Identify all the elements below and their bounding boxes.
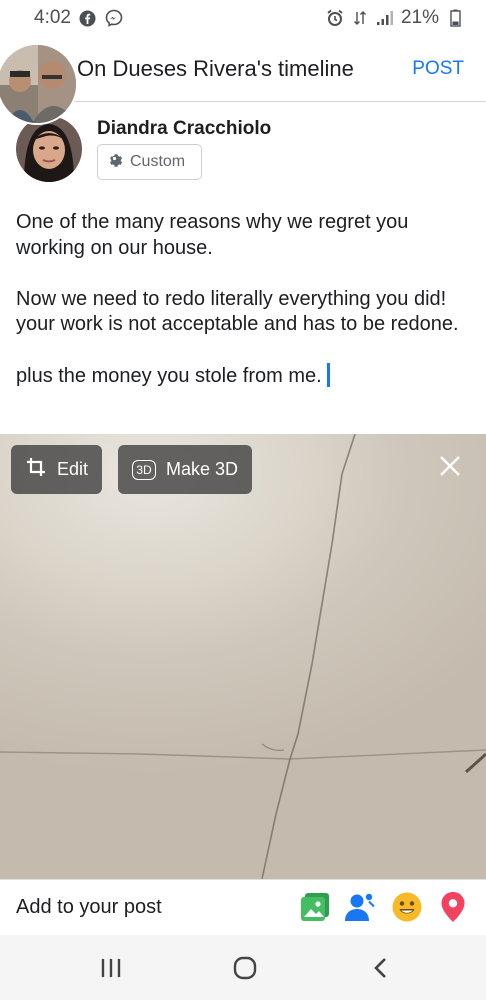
3d-badge-text: 3D	[136, 462, 152, 477]
close-icon[interactable]	[438, 454, 462, 478]
signal-icon	[376, 9, 394, 27]
messenger-icon	[105, 9, 123, 27]
text-cursor	[326, 363, 330, 387]
alarm-icon	[326, 9, 344, 27]
battery-icon	[446, 9, 464, 27]
timeline-title: On Dueses Rivera's timeline	[77, 56, 354, 81]
facebook-icon	[79, 9, 97, 27]
home-icon[interactable]	[230, 953, 260, 983]
status-time: 4:02	[34, 7, 71, 28]
privacy-selector-button[interactable]: Custom	[97, 144, 202, 180]
back-icon[interactable]	[366, 953, 396, 983]
post-text-input[interactable]: One of the many reasons why we regret yo…	[16, 210, 476, 390]
gear-icon	[108, 152, 124, 173]
attached-photo[interactable]: Edit 3D Make 3D	[0, 434, 486, 879]
post-paragraph: Now we need to redo literally everything…	[16, 287, 459, 336]
recent-apps-icon[interactable]	[96, 953, 126, 983]
photo-icon[interactable]	[298, 890, 332, 924]
timeline-owner-avatar[interactable]	[0, 43, 78, 125]
post-paragraph: plus the money you stole from me.	[16, 365, 322, 387]
post-paragraph: One of the many reasons why we regret yo…	[16, 211, 409, 259]
tag-people-icon[interactable]	[344, 890, 378, 924]
location-icon[interactable]	[436, 890, 470, 924]
make-3d-label: Make 3D	[166, 459, 239, 479]
make-3d-button[interactable]: 3D Make 3D	[118, 445, 253, 494]
battery-percent: 21%	[400, 7, 439, 28]
ceiling-photo-image	[0, 434, 486, 879]
add-to-post-bar[interactable]: Add to your post	[0, 879, 486, 935]
privacy-label: Custom	[130, 153, 186, 170]
post-button[interactable]: POST	[412, 58, 464, 80]
edit-photo-button[interactable]: Edit	[11, 445, 103, 494]
system-navigation-bar	[0, 935, 486, 1000]
3d-icon: 3D	[132, 459, 156, 480]
feeling-icon[interactable]	[390, 890, 424, 924]
status-bar: 4:02 21%	[0, 0, 486, 36]
edit-label: Edit	[57, 459, 89, 479]
crop-icon	[25, 456, 47, 483]
add-to-post-label: Add to your post	[16, 896, 162, 918]
data-arrows-icon	[351, 9, 369, 27]
author-name: Diandra Cracchiolo	[97, 118, 272, 139]
composer-header: On Dueses Rivera's timeline POST	[0, 36, 486, 125]
author-avatar[interactable]	[16, 116, 82, 182]
